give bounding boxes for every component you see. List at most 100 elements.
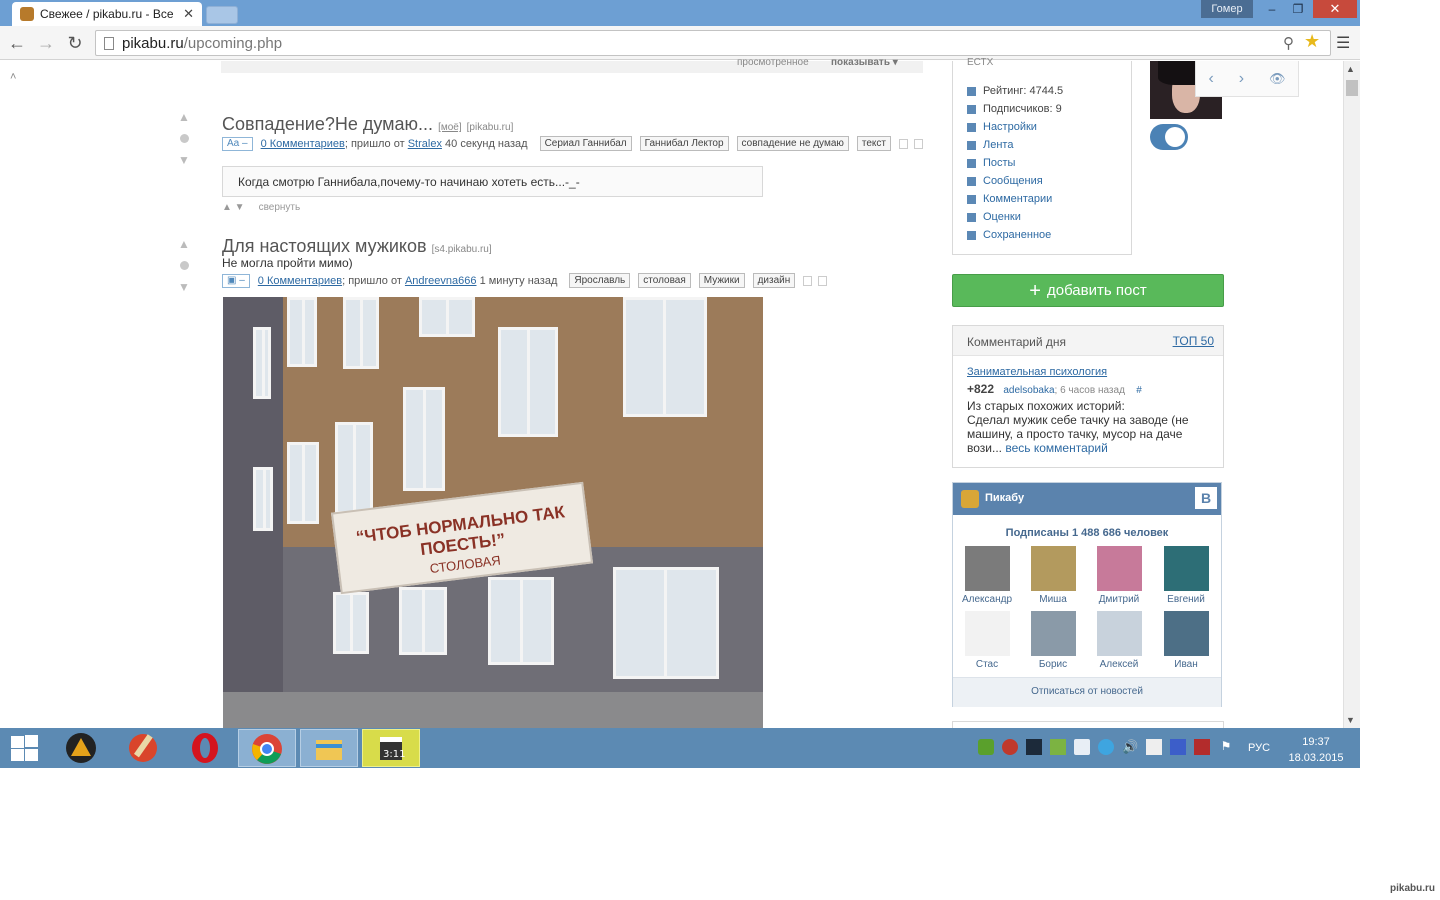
scroll-down-icon[interactable]: ▼ bbox=[1346, 715, 1355, 725]
show-filter[interactable]: показывать ▾ bbox=[831, 57, 898, 68]
upvote-icon[interactable]: ▲ bbox=[171, 237, 197, 251]
zoom-icon[interactable]: ⚲ bbox=[1283, 34, 1294, 52]
text-type-badge[interactable]: Aa – bbox=[222, 136, 253, 151]
vk-member[interactable]: Евгений bbox=[1156, 546, 1216, 605]
minimize-icon[interactable]: – bbox=[1259, 0, 1285, 18]
profile-badge[interactable]: Гомер bbox=[1201, 0, 1253, 18]
collapse-link[interactable]: свернуть bbox=[259, 202, 301, 213]
tray-lav-icon[interactable] bbox=[1146, 739, 1162, 755]
tray-lav-icon[interactable] bbox=[1194, 739, 1210, 755]
tag[interactable]: текст bbox=[856, 136, 891, 151]
tag[interactable]: совпадение не думаю bbox=[736, 136, 849, 151]
new-tab-button[interactable] bbox=[206, 6, 238, 24]
forward-arrow-icon[interactable]: → bbox=[35, 32, 57, 54]
back-arrow-icon[interactable]: ← bbox=[6, 32, 28, 54]
sidebar-item-ratings[interactable]: Оценки bbox=[967, 211, 1021, 223]
language-indicator[interactable]: РУС bbox=[1248, 742, 1270, 754]
post2-title[interactable]: Для настоящих мужиков bbox=[222, 236, 427, 256]
post1-title[interactable]: Совпадение?Не думаю... bbox=[222, 114, 433, 134]
prev-post-icon[interactable]: ‹ bbox=[1208, 70, 1213, 88]
mini-vote-icon[interactable]: ▲ ▼ bbox=[222, 202, 245, 213]
bookmark-star-icon[interactable]: ★ bbox=[1304, 31, 1320, 52]
browser-menu-icon[interactable]: ☰ bbox=[1336, 33, 1350, 53]
tray-app-icon[interactable] bbox=[1026, 739, 1042, 755]
expand-post-icon[interactable] bbox=[914, 138, 923, 149]
next-post-icon[interactable]: › bbox=[1239, 70, 1244, 88]
view-toggle[interactable] bbox=[1150, 124, 1188, 150]
post1-comments-link[interactable]: 0 Комментариев bbox=[261, 138, 345, 150]
vote-dot bbox=[179, 261, 189, 270]
scrollbar-thumb[interactable] bbox=[1346, 80, 1358, 96]
top50-link[interactable]: ТОП 50 bbox=[1173, 334, 1214, 348]
post1-mine-tag[interactable]: [моё] bbox=[438, 122, 462, 133]
tray-network-icon[interactable] bbox=[1074, 739, 1090, 755]
tag[interactable]: столовая bbox=[638, 273, 691, 288]
restore-icon[interactable]: ❐ bbox=[1285, 0, 1311, 18]
post2-author-link[interactable]: Andreevna666 bbox=[405, 275, 477, 287]
hide-viewed-eye-icon[interactable]: 👁 bbox=[1269, 71, 1286, 87]
tray-volume-icon[interactable]: 🔊 bbox=[1122, 739, 1138, 755]
sidebar-item-comments[interactable]: Комментарии bbox=[967, 193, 1052, 205]
vk-member[interactable]: Иван bbox=[1156, 611, 1216, 670]
sidebar-item-saved[interactable]: Сохраненное bbox=[967, 229, 1051, 241]
tag[interactable]: Ганнибал Лектор bbox=[639, 136, 729, 151]
vk-member[interactable]: Дмитрий bbox=[1089, 546, 1149, 605]
save-post-icon[interactable] bbox=[803, 275, 813, 286]
tray-skype-icon[interactable] bbox=[1098, 739, 1114, 755]
tray-lav-icon[interactable] bbox=[1170, 739, 1186, 755]
post2-image[interactable]: “ЧТОБ НОРМАЛЬНО ТАК ПОЕСТЬ!” СТОЛОВАЯ bbox=[223, 297, 763, 728]
full-comment-link[interactable]: весь комментарий bbox=[1005, 441, 1107, 455]
windows-start-icon[interactable] bbox=[8, 733, 40, 763]
vk-member[interactable]: Миша bbox=[1023, 546, 1083, 605]
tray-app-icon[interactable] bbox=[1050, 739, 1066, 755]
tag[interactable]: дизайн bbox=[752, 273, 796, 288]
vk-member[interactable]: Алексей bbox=[1089, 611, 1149, 670]
scroll-up-icon[interactable]: ▲ bbox=[1346, 64, 1355, 74]
vk-group-name[interactable]: Пикабу bbox=[985, 492, 1024, 504]
add-post-button[interactable]: + добавить пост bbox=[952, 274, 1224, 307]
expand-post-icon[interactable] bbox=[818, 275, 828, 286]
chrome-icon[interactable] bbox=[238, 729, 296, 767]
vk-unsubscribe-link[interactable]: Отписаться от новостей bbox=[953, 677, 1221, 707]
tag[interactable]: Ярославль bbox=[569, 273, 631, 288]
ccleaner-icon[interactable] bbox=[114, 729, 172, 767]
sidebar-item-feed[interactable]: Лента bbox=[967, 139, 1013, 151]
sidebar-item-settings[interactable]: Настройки bbox=[967, 121, 1037, 133]
scrollbar[interactable] bbox=[1343, 61, 1360, 728]
image-type-badge[interactable]: ▣ – bbox=[222, 273, 250, 288]
video-editor-icon[interactable]: 3:11 bbox=[362, 729, 420, 767]
vk-logo-icon[interactable]: В bbox=[1195, 487, 1217, 509]
vk-member[interactable]: Александр bbox=[957, 546, 1017, 605]
sidebar-item-posts[interactable]: Посты bbox=[967, 157, 1015, 169]
back-to-top-icon[interactable]: ˄ bbox=[10, 71, 16, 83]
reload-icon[interactable]: ↻ bbox=[64, 32, 86, 54]
window bbox=[498, 327, 558, 437]
aimp-icon[interactable] bbox=[52, 729, 110, 767]
tag[interactable]: Мужики bbox=[698, 273, 745, 288]
post1-author-link[interactable]: Stralex bbox=[408, 138, 442, 150]
sidebar-item-messages[interactable]: Сообщения bbox=[967, 175, 1043, 187]
tray-huawei-icon[interactable] bbox=[1002, 739, 1018, 755]
opera-icon[interactable] bbox=[176, 729, 234, 767]
address-bar[interactable]: pikabu.ru/upcoming.php bbox=[95, 30, 1331, 56]
taskbar-clock[interactable]: 19:37 18.03.2015 bbox=[1286, 734, 1346, 766]
post2-comments-link[interactable]: 0 Комментариев bbox=[258, 275, 342, 287]
save-post-icon[interactable] bbox=[899, 138, 908, 149]
downvote-icon[interactable]: ▼ bbox=[171, 280, 197, 294]
tab-close-icon[interactable]: ✕ bbox=[183, 6, 194, 22]
tray-utorrent-icon[interactable] bbox=[978, 739, 994, 755]
vk-member[interactable]: Стас bbox=[957, 611, 1017, 670]
comment-story-link[interactable]: Занимательная психология bbox=[967, 366, 1107, 378]
window-close-icon[interactable]: ✕ bbox=[1313, 0, 1357, 18]
comment-permalink[interactable]: # bbox=[1136, 385, 1142, 396]
tag[interactable]: Сериал Ганнибал bbox=[539, 136, 632, 151]
browser-tab[interactable]: Свежее / pikabu.ru - Все ✕ bbox=[12, 2, 202, 26]
upvote-icon[interactable]: ▲ bbox=[171, 110, 197, 124]
comment-author-link[interactable]: adelsobaka bbox=[1003, 385, 1054, 396]
downvote-icon[interactable]: ▼ bbox=[171, 153, 197, 167]
viewed-filter[interactable]: просмотренное bbox=[737, 57, 809, 68]
vk-member[interactable]: Борис bbox=[1023, 611, 1083, 670]
tray-flag-icon[interactable]: ⚑ bbox=[1218, 739, 1234, 755]
file-explorer-icon[interactable] bbox=[300, 729, 358, 767]
plus-icon: + bbox=[1029, 280, 1041, 302]
